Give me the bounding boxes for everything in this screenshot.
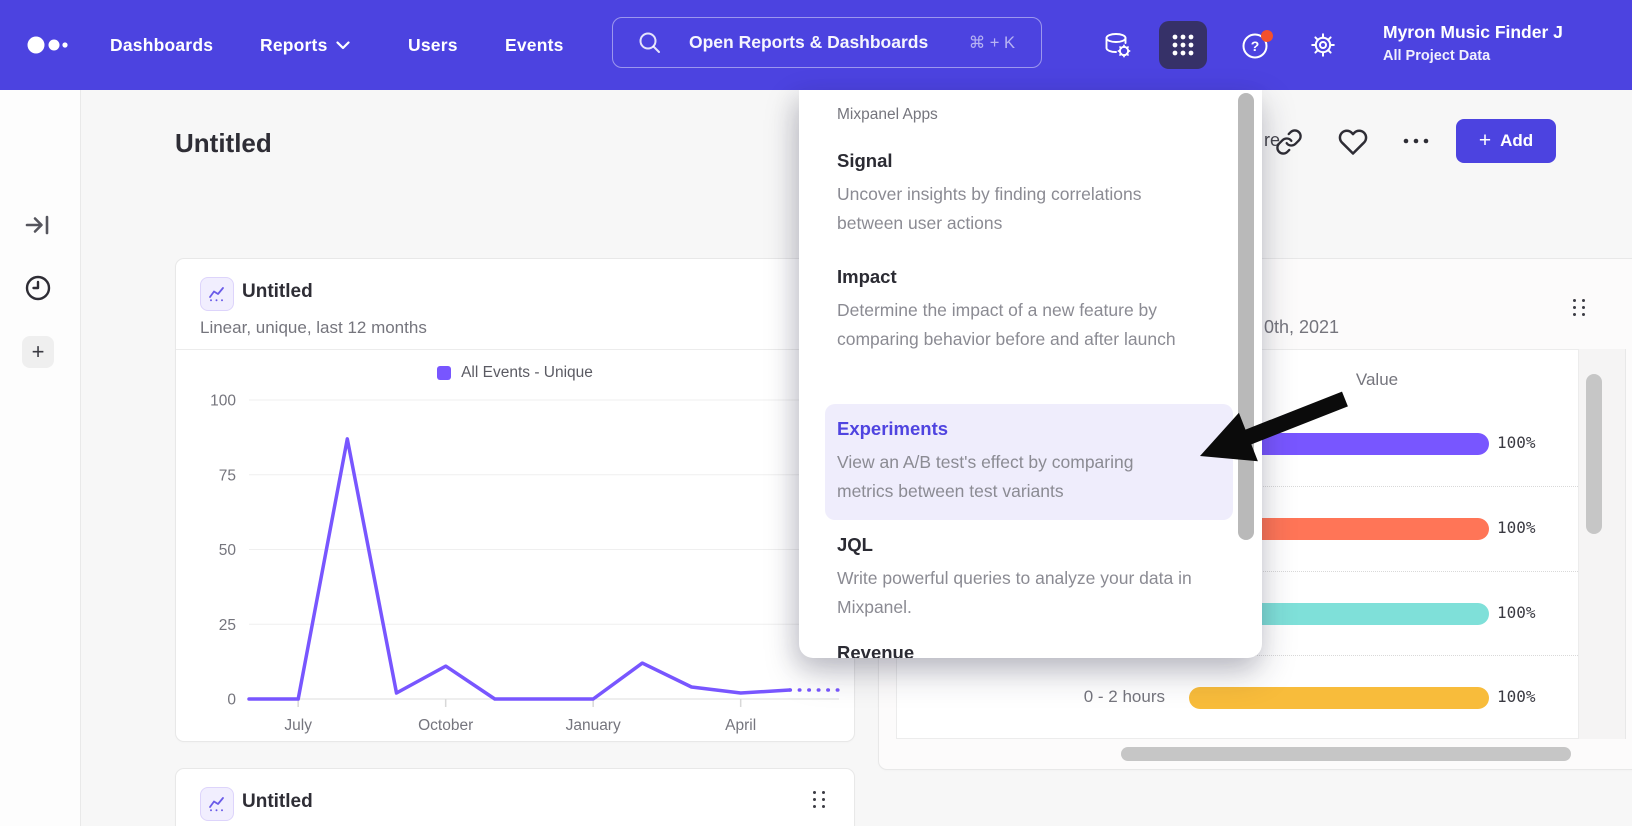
line-chart-svg: 0 25 50 75 100 July October January April bbox=[176, 259, 854, 741]
apps-grid-icon bbox=[1170, 32, 1196, 58]
drag-handle-icon[interactable] bbox=[1573, 299, 1587, 317]
vertical-scrollbar[interactable] bbox=[1586, 374, 1602, 534]
left-sidebar: + bbox=[0, 90, 81, 826]
svg-text:0: 0 bbox=[227, 692, 236, 709]
line-chart-card: Untitled Linear, unique, last 12 months … bbox=[175, 258, 855, 742]
data-management-icon[interactable] bbox=[1101, 29, 1133, 61]
menu-scrollbar[interactable] bbox=[1238, 93, 1254, 540]
card-title[interactable]: Untitled bbox=[242, 791, 313, 813]
favorite-heart-icon[interactable] bbox=[1338, 127, 1368, 157]
user-project-scope: All Project Data bbox=[1383, 48, 1490, 64]
svg-text:75: 75 bbox=[219, 467, 236, 484]
svg-text:?: ? bbox=[1251, 38, 1260, 54]
navbar: Dashboards Reports Users Events Open Rep… bbox=[0, 0, 1632, 90]
mixpanel-logo[interactable] bbox=[24, 31, 76, 59]
menu-item-impact-desc: Determine the impact of a new feature by… bbox=[837, 296, 1193, 354]
svg-text:January: January bbox=[566, 717, 621, 734]
add-button[interactable]: + Add bbox=[1456, 119, 1556, 163]
svg-text:October: October bbox=[418, 717, 473, 734]
nav-events[interactable]: Events bbox=[505, 0, 564, 90]
menu-item-experiments[interactable]: Experiments bbox=[837, 418, 948, 440]
horizontal-scrollbar[interactable] bbox=[1121, 747, 1571, 761]
card-date-clipped: 0th, 2021 bbox=[1264, 317, 1339, 338]
settings-gear-icon[interactable] bbox=[1308, 30, 1338, 60]
add-new-icon[interactable]: + bbox=[22, 336, 54, 368]
nav-dashboards[interactable]: Dashboards bbox=[110, 0, 213, 90]
menu-header: Mixpanel Apps bbox=[837, 106, 938, 124]
expand-sidebar-icon[interactable] bbox=[22, 209, 54, 241]
plus-icon: + bbox=[1479, 129, 1491, 153]
bottom-chart-card: Untitled bbox=[175, 768, 855, 826]
value-column-header: Value bbox=[1307, 370, 1447, 390]
svg-text:25: 25 bbox=[219, 617, 236, 634]
page-title: Untitled bbox=[175, 128, 272, 159]
menu-item-jql-desc: Write powerful queries to analyze your d… bbox=[837, 564, 1193, 622]
link-icon[interactable] bbox=[1275, 128, 1303, 156]
nav-reports[interactable]: Reports bbox=[260, 0, 350, 90]
chevron-down-icon bbox=[336, 41, 350, 50]
search-shortcut: ⌘ + K bbox=[969, 33, 1015, 53]
table-scroll-gutter bbox=[1579, 349, 1626, 739]
mixpanel-apps-menu: Mixpanel Apps Signal Uncover insights by… bbox=[799, 90, 1262, 658]
svg-text:100: 100 bbox=[210, 393, 236, 410]
menu-item-revenue[interactable]: Revenue bbox=[837, 642, 914, 658]
line-chart-type-icon bbox=[200, 787, 234, 821]
table-row: 0 - 2 hours 100% bbox=[897, 655, 1578, 740]
drag-handle-icon[interactable] bbox=[813, 791, 827, 809]
menu-item-signal[interactable]: Signal bbox=[837, 150, 893, 172]
svg-text:April: April bbox=[725, 717, 756, 734]
menu-item-signal-desc: Uncover insights by finding correlations… bbox=[837, 180, 1193, 238]
recent-history-icon[interactable] bbox=[22, 272, 54, 304]
mixpanel-app: Dashboards Reports Users Events Open Rep… bbox=[0, 0, 1632, 826]
user-project-name[interactable]: Myron Music Finder J bbox=[1383, 22, 1632, 43]
notification-dot bbox=[1261, 30, 1273, 42]
global-search-input[interactable]: Open Reports & Dashboards ⌘ + K bbox=[612, 17, 1042, 68]
apps-grid-button[interactable] bbox=[1159, 21, 1207, 69]
menu-item-jql[interactable]: JQL bbox=[837, 534, 873, 556]
value-bar bbox=[1189, 687, 1489, 709]
nav-users[interactable]: Users bbox=[408, 0, 458, 90]
svg-text:50: 50 bbox=[219, 542, 237, 559]
menu-item-experiments-desc: View an A/B test's effect by comparing m… bbox=[837, 448, 1193, 506]
search-placeholder: Open Reports & Dashboards bbox=[689, 32, 928, 53]
menu-item-impact[interactable]: Impact bbox=[837, 266, 897, 288]
help-icon[interactable]: ? bbox=[1240, 29, 1280, 63]
more-options-icon[interactable] bbox=[1402, 136, 1432, 146]
svg-text:July: July bbox=[284, 717, 312, 734]
search-icon bbox=[637, 30, 663, 56]
